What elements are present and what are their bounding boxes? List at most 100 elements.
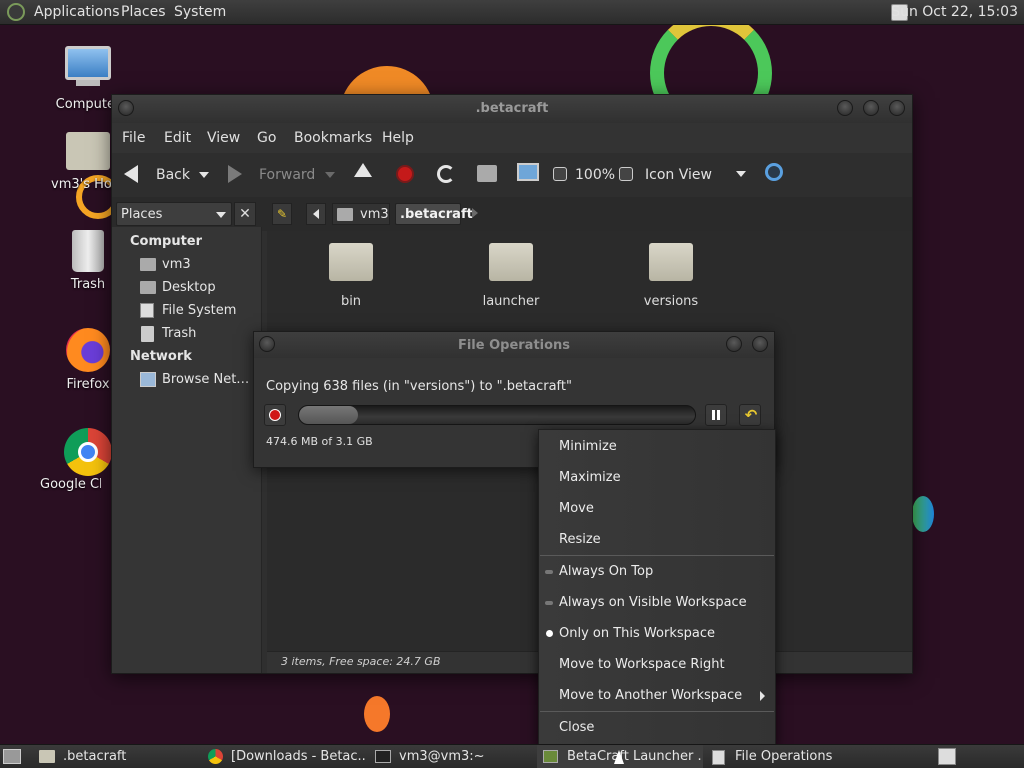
places-menu[interactable]: Places — [121, 4, 166, 20]
menu-help[interactable]: Help — [382, 130, 414, 146]
close-sidebar-icon[interactable]: ✕ — [234, 202, 256, 226]
menu-item-always-on-top[interactable]: Always On Top — [539, 558, 775, 586]
trash-icon — [72, 230, 104, 272]
breadcrumb-label: .betacraft — [400, 207, 473, 222]
menu-item-label: Maximize — [559, 470, 621, 485]
radio-selected-icon — [546, 630, 553, 637]
menu-item-label: Close — [559, 720, 595, 735]
menu-view[interactable]: View — [207, 130, 240, 146]
window-titlebar[interactable]: File Operations — [254, 332, 774, 358]
location-bar: Places ✕ ✎ vm3 .betacraft — [112, 197, 912, 231]
folder-icon — [489, 243, 533, 281]
folder-item[interactable]: versions — [616, 239, 726, 313]
taskbar-item-file-operations[interactable]: File Operations — [705, 745, 871, 768]
zoom-in-icon[interactable] — [619, 167, 633, 181]
mouse-cursor-icon — [614, 750, 624, 764]
folder-item[interactable]: launcher — [456, 239, 566, 313]
undo-icon: ↶ — [744, 406, 758, 424]
search-icon[interactable] — [765, 163, 783, 181]
folder-icon — [649, 243, 693, 281]
menu-item-close[interactable]: Close — [539, 714, 775, 742]
sidebar-heading-computer: Computer — [130, 234, 203, 249]
menu-item-move-to-another-workspace[interactable]: Move to Another Workspace — [539, 682, 775, 710]
reload-icon[interactable] — [437, 165, 455, 183]
menu-item-only-on-this-workspace[interactable]: Only on This Workspace — [539, 620, 775, 648]
breadcrumb-item-current[interactable]: .betacraft — [395, 203, 473, 225]
zoom-level: 100% — [575, 167, 616, 183]
forward-button[interactable]: Forward — [259, 167, 315, 183]
system-menu[interactable]: System — [174, 4, 226, 20]
undo-button[interactable]: ↶ — [739, 404, 761, 426]
taskbar-item-terminal[interactable]: vm3@vm3:~ — [370, 745, 536, 768]
back-arrow-icon[interactable] — [124, 165, 138, 183]
taskbar-item-chrome[interactable]: [Downloads - Betac... — [203, 745, 369, 768]
zoom-out-icon[interactable] — [553, 167, 567, 181]
sidebar-item-browse-network[interactable]: Browse Net… — [138, 370, 258, 390]
submenu-arrow-icon — [760, 691, 765, 701]
clock[interactable]: Sun Oct 22, 15:03 — [891, 4, 1018, 20]
status-text: 3 items, Free space: 24.7 GB — [281, 655, 441, 668]
back-history-dropdown-icon[interactable] — [199, 172, 209, 178]
sidebar-item-label: Trash — [162, 326, 197, 341]
menu-go[interactable]: Go — [257, 130, 276, 146]
menu-item-always-on-visible-workspace[interactable]: Always on Visible Workspace — [539, 589, 775, 617]
sidebar-item-trash[interactable]: Trash — [138, 324, 258, 344]
forward-history-dropdown-icon[interactable] — [325, 172, 335, 178]
menu-item-label: Minimize — [559, 439, 617, 454]
sidebar-item-label: File System — [162, 303, 237, 318]
menu-item-minimize[interactable]: Minimize — [539, 433, 775, 461]
sidebar-item-file-system[interactable]: File System — [138, 301, 258, 321]
menu-item-maximize[interactable]: Maximize — [539, 464, 775, 492]
menu-item-move-to-workspace-right[interactable]: Move to Workspace Right — [539, 651, 775, 679]
menu-file[interactable]: File — [122, 130, 145, 146]
top-panel: Applications Places System Sun Oct 22, 1… — [0, 0, 1024, 25]
stop-icon[interactable] — [396, 165, 414, 183]
applications-menu[interactable]: Applications — [34, 4, 120, 20]
pause-button[interactable] — [705, 404, 727, 426]
chevron-down-icon[interactable] — [736, 171, 746, 177]
computer-icon[interactable] — [517, 163, 539, 181]
close-button[interactable] — [752, 336, 768, 352]
network-icon — [140, 372, 156, 387]
menu-edit[interactable]: Edit — [164, 130, 191, 146]
distro-logo-icon[interactable] — [7, 3, 25, 21]
folder-item[interactable]: bin — [296, 239, 406, 313]
show-desktop-icon[interactable] — [3, 749, 21, 764]
maximize-button[interactable] — [863, 100, 879, 116]
menu-item-label: Move to Workspace Right — [559, 657, 725, 672]
home-folder-icon — [140, 258, 156, 271]
desktop-icon — [140, 281, 156, 294]
edit-location-icon[interactable]: ✎ — [272, 203, 292, 225]
up-arrow-icon[interactable] — [354, 163, 372, 177]
window-titlebar[interactable]: .betacraft — [112, 95, 912, 123]
wallpaper-orange-dot — [364, 696, 390, 732]
taskbar-item-betacraft-folder[interactable]: .betacraft — [34, 745, 200, 768]
sidebar-item-desktop[interactable]: Desktop — [138, 278, 258, 298]
minimize-button[interactable] — [837, 100, 853, 116]
taskbar-item-label: [Downloads - Betac... — [231, 749, 367, 764]
terminal-icon — [375, 750, 391, 763]
close-button[interactable] — [889, 100, 905, 116]
home-icon[interactable] — [477, 165, 497, 182]
menu-bookmarks[interactable]: Bookmarks — [294, 130, 372, 146]
sidebar-item-vm3[interactable]: vm3 — [138, 255, 258, 275]
back-button[interactable]: Back — [156, 167, 190, 183]
desktop-icon-label: Firefox — [66, 377, 110, 392]
breadcrumb-item-vm3[interactable]: vm3 — [332, 203, 390, 225]
computer-icon — [65, 46, 111, 80]
menu-item-resize[interactable]: Resize — [539, 526, 775, 554]
view-mode-select[interactable]: Icon View — [645, 167, 712, 183]
workspace-switcher-icon[interactable] — [938, 748, 956, 765]
sidebar-selector[interactable]: Places — [116, 202, 232, 226]
copy-progress-fill — [299, 406, 359, 424]
menu-item-move[interactable]: Move — [539, 495, 775, 523]
breadcrumb-right-arrow-icon[interactable] — [472, 208, 478, 218]
minimize-button[interactable] — [726, 336, 742, 352]
cancel-operation-button[interactable] — [264, 404, 286, 426]
forward-arrow-icon[interactable] — [228, 165, 242, 183]
operation-message: Copying 638 files (in "versions") to ".b… — [266, 379, 572, 394]
file-operations-icon — [712, 750, 725, 765]
firefox-icon — [66, 328, 110, 372]
menu-item-label: Resize — [559, 532, 601, 547]
folder-icon — [329, 243, 373, 281]
